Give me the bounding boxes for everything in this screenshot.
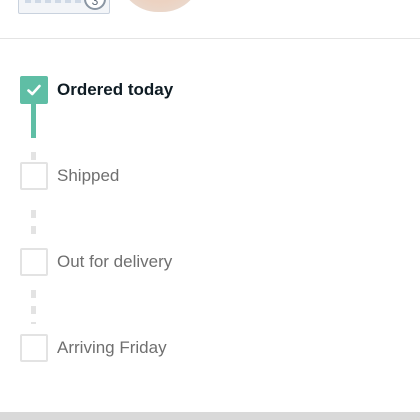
step-label: Arriving Friday: [57, 338, 167, 357]
step-checkbox-pending: [20, 334, 48, 362]
tracking-step-arriving: Arriving Friday: [20, 334, 167, 362]
tracking-step-ordered: Ordered today: [20, 76, 173, 104]
step-label: Shipped: [57, 166, 120, 185]
step-label: Ordered today: [57, 80, 174, 99]
order-tracking-page: 3 Ordered today Shipped Out for delivery: [0, 0, 420, 420]
checkmark-icon: [27, 84, 41, 96]
tracking-step-out-for-delivery: Out for delivery: [20, 248, 172, 276]
progress-line-completed: [31, 103, 36, 138]
step-checkbox-pending: [20, 162, 48, 190]
section-divider: [0, 412, 420, 420]
step-checkbox-pending: [20, 248, 48, 276]
shipment-progress-tracker: Ordered today Shipped Out for delivery A…: [0, 0, 420, 420]
progress-line-pending: [31, 290, 36, 324]
step-label: Out for delivery: [57, 252, 173, 271]
step-checkbox-completed: [20, 76, 48, 104]
progress-line-pending: [31, 210, 36, 240]
tracking-step-shipped: Shipped: [20, 162, 119, 190]
